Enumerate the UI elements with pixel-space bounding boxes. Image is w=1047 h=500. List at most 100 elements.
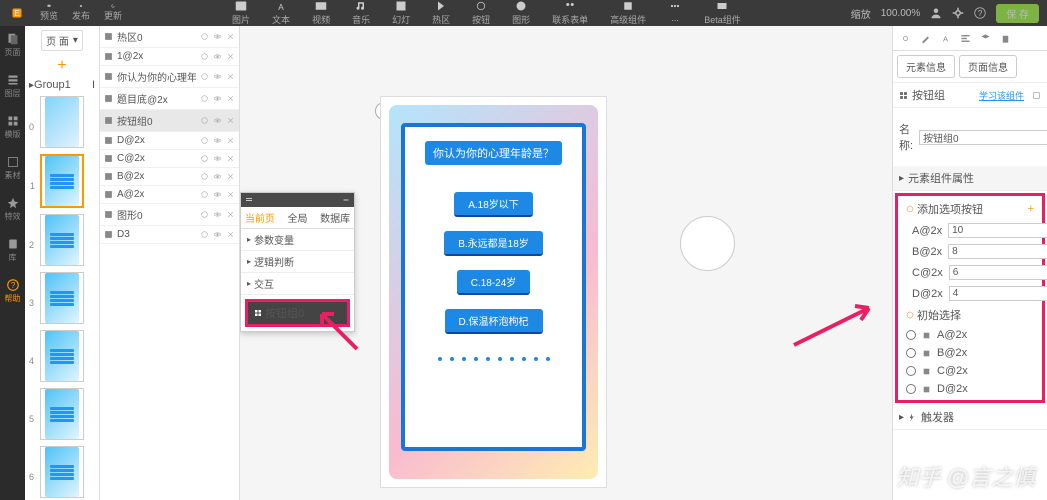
radio-row: D@2x: [900, 380, 1040, 398]
prop-tab-edit[interactable]: [917, 30, 933, 46]
option-b[interactable]: B.永远都是18岁: [444, 231, 543, 256]
init-radio[interactable]: [906, 330, 916, 340]
insert-advanced[interactable]: 高级组件: [610, 0, 646, 26]
insert-image[interactable]: 图片: [232, 0, 250, 26]
settings-icon[interactable]: [952, 7, 964, 19]
page-thumbnails: 页 面▾ + ▸ Group1I 0 1 2 3 4 5 6: [25, 26, 100, 500]
sidebar-templates[interactable]: 模版: [5, 112, 21, 143]
add-page-button[interactable]: +: [57, 57, 66, 75]
sidebar-layers[interactable]: 图层: [5, 71, 21, 102]
layer-C@2x[interactable]: C@2x: [100, 150, 239, 168]
group-header[interactable]: ▸ Group1I: [25, 77, 99, 93]
layer-D3[interactable]: D3: [100, 226, 239, 244]
zoom-value[interactable]: 100.00%: [881, 8, 920, 19]
name-label: 名称:: [899, 121, 913, 153]
question-text: 你认为你的心理年龄是？: [425, 141, 562, 165]
page-thumb-4[interactable]: 4: [40, 330, 84, 382]
circle-shape[interactable]: [680, 216, 735, 271]
insert-shape[interactable]: 图形: [512, 0, 530, 26]
add-option-button[interactable]: +: [1028, 203, 1034, 215]
page-selector[interactable]: 页 面▾: [41, 30, 83, 51]
left-sidebar: 页面 图层 模版 素材 特效 库 ?帮助: [0, 26, 25, 500]
layer-D@2x[interactable]: D@2x: [100, 132, 239, 150]
tab-current[interactable]: 当前页: [241, 207, 279, 228]
option-value-input[interactable]: [949, 265, 1047, 280]
option-value-input[interactable]: [949, 286, 1047, 301]
layer-题目底@2x[interactable]: 题目底@2x: [100, 88, 239, 110]
sidebar-library[interactable]: 库: [7, 235, 19, 266]
annotation-arrow-1: [312, 304, 362, 354]
option-c[interactable]: C.18-24岁: [457, 270, 531, 295]
section-logic[interactable]: 逻辑判断: [241, 251, 354, 273]
init-radio[interactable]: [906, 348, 916, 358]
init-radio[interactable]: [906, 366, 916, 376]
sidebar-assets[interactable]: 素材: [5, 153, 21, 184]
help-icon[interactable]: ?: [974, 7, 986, 19]
preview-button[interactable]: 预览: [40, 4, 58, 22]
page-thumb-5[interactable]: 5: [40, 388, 84, 440]
trigger-section[interactable]: ▸ 触发器: [893, 405, 1047, 430]
layer-1@2x[interactable]: 1@2x: [100, 48, 239, 66]
layer-B@2x[interactable]: B@2x: [100, 168, 239, 186]
layer-热区0[interactable]: 热区0: [100, 26, 239, 48]
logo-icon[interactable]: E: [8, 4, 26, 22]
layer-按钮组0[interactable]: 按钮组0: [100, 110, 239, 132]
insert-music[interactable]: 音乐: [352, 0, 370, 26]
insert-slide[interactable]: 幻灯: [392, 0, 410, 26]
tab-database[interactable]: 数据库: [316, 207, 354, 228]
prop-tab-text[interactable]: A: [937, 30, 953, 46]
prop-tab-settings[interactable]: [897, 30, 913, 46]
subtab-page[interactable]: 页面信息: [959, 55, 1017, 78]
name-input[interactable]: [919, 130, 1047, 145]
page-thumb-3[interactable]: 3: [40, 272, 84, 324]
option-value-input[interactable]: [948, 223, 1047, 238]
page-thumb-6[interactable]: 6: [40, 446, 84, 498]
insert-text[interactable]: A文本: [272, 0, 290, 26]
add-options-section[interactable]: 添加选项按钮+: [900, 198, 1040, 220]
section-interaction[interactable]: 交互: [241, 273, 354, 295]
sidebar-effects[interactable]: 特效: [5, 194, 21, 225]
layer-图形0[interactable]: 图形0: [100, 204, 239, 226]
learn-link[interactable]: 学习该组件: [979, 89, 1024, 102]
page-thumb-0[interactable]: 0: [40, 96, 84, 148]
page-thumb-1[interactable]: 1: [40, 154, 84, 208]
props-header[interactable]: ▸ 元素组件属性: [893, 166, 1047, 191]
grid-icon: [899, 91, 908, 100]
insert-hotspot[interactable]: 热区: [432, 0, 450, 26]
option-d[interactable]: D.保温杯泡枸杞: [445, 309, 543, 334]
svg-text:E: E: [14, 9, 20, 18]
sidebar-help[interactable]: ?帮助: [5, 276, 21, 307]
tab-global[interactable]: 全局: [279, 207, 317, 228]
insert-beta[interactable]: Beta组件: [704, 0, 741, 26]
layer-你认为你的心理年...[interactable]: 你认为你的心理年...: [100, 66, 239, 88]
section-variables[interactable]: 参数变量: [241, 229, 354, 251]
publish-button[interactable]: 发布: [72, 4, 90, 22]
panel-header[interactable]: [241, 193, 354, 207]
insert-button[interactable]: 按钮: [472, 0, 490, 26]
insert-more[interactable]: ...: [668, 0, 682, 26]
canvas-area[interactable]: 你认为你的心理年龄是？ A.18岁以下 B.永远都是18岁 C.18-24岁 D…: [240, 26, 892, 500]
insert-video[interactable]: 视频: [312, 0, 330, 26]
properties-panel: A 元素信息 页面信息 按钮组 学习该组件 名称: 初始隐藏 ▸ 元素组件属性 …: [892, 26, 1047, 500]
option-a[interactable]: A.18岁以下: [454, 192, 533, 217]
prop-tab-delete[interactable]: [997, 30, 1013, 46]
option-row: D@2x: [900, 283, 1040, 304]
prop-tab-layers[interactable]: [977, 30, 993, 46]
sidebar-pages[interactable]: 页面: [5, 30, 21, 61]
page-thumb-2[interactable]: 2: [40, 214, 84, 266]
save-button[interactable]: 保 存: [996, 4, 1039, 23]
prop-tab-align[interactable]: [957, 30, 973, 46]
insert-form[interactable]: 联系表单: [552, 0, 588, 26]
subtab-element[interactable]: 元素信息: [897, 55, 955, 78]
option-value-input[interactable]: [948, 244, 1047, 259]
expand-icon[interactable]: [1032, 91, 1041, 100]
design-canvas[interactable]: 你认为你的心理年龄是？ A.18岁以下 B.永远都是18岁 C.18-24岁 D…: [380, 96, 607, 488]
svg-text:A: A: [942, 34, 948, 43]
zoom-label: 缩放: [851, 6, 871, 21]
layers-panel: 热区01@2x你认为你的心理年...题目底@2x按钮组0D@2xC@2xB@2x…: [100, 26, 240, 500]
init-radio[interactable]: [906, 384, 916, 394]
init-select-section[interactable]: 初始选择: [900, 304, 1040, 326]
users-icon[interactable]: [930, 7, 942, 19]
update-button[interactable]: 更新: [104, 4, 122, 22]
layer-A@2x[interactable]: A@2x: [100, 186, 239, 204]
